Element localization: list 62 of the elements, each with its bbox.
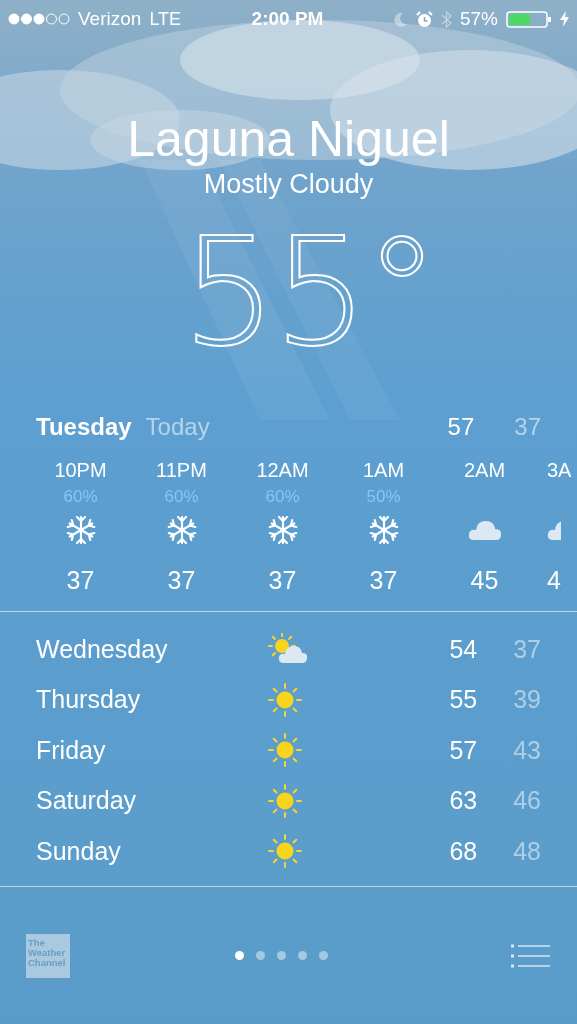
low-temperature: 46 <box>513 786 541 816</box>
low-temperature: 37 <box>514 413 541 441</box>
sun-icon <box>268 682 302 717</box>
snowflake-icon <box>65 514 96 546</box>
city-name: Laguna Niguel <box>127 110 450 168</box>
forecast-day: Saturday <box>36 786 268 816</box>
hour-temperature: 37 <box>369 565 398 595</box>
hour-temperature: 37 <box>268 565 297 595</box>
page-indicator-dot[interactable] <box>298 951 307 960</box>
snowflake-icon <box>166 514 197 546</box>
low-temperature: 43 <box>513 735 541 765</box>
battery-percentage: 57% <box>459 8 498 30</box>
high-temperature: 54 <box>449 634 478 664</box>
alarm-clock-icon <box>415 10 433 28</box>
bluetooth-icon <box>440 9 452 29</box>
hour-temperature: 37 <box>167 565 196 595</box>
charging-bolt-icon <box>560 11 569 27</box>
hour-label: 11PM <box>156 458 207 482</box>
network-type: LTE <box>149 8 182 30</box>
weather-condition: Mostly Cloudy <box>203 168 374 200</box>
page-indicator-dot[interactable] <box>256 951 265 960</box>
forecast-day: Wednesday <box>36 634 268 664</box>
forecast-day: Friday <box>36 735 268 765</box>
battery-icon <box>506 10 552 28</box>
carrier-name: Verizon <box>78 8 142 30</box>
hour-label: 3A <box>547 458 572 482</box>
sun-and-cloud-icon <box>268 633 308 666</box>
sun-icon <box>268 733 302 768</box>
sun-icon <box>268 783 302 818</box>
low-temperature: 48 <box>513 836 541 866</box>
cloud-icon <box>467 519 502 541</box>
high-temperature: 63 <box>449 786 478 816</box>
hour-temperature: 4 <box>547 565 561 595</box>
snowflake-icon <box>267 514 298 546</box>
today-label: Today <box>145 413 210 441</box>
high-temperature: 68 <box>449 836 478 866</box>
page-indicator-dot[interactable] <box>319 951 328 960</box>
weather-channel-logo[interactable]: The Weather Channel <box>26 933 70 978</box>
hour-label: 1AM <box>362 458 405 482</box>
list-icon[interactable] <box>511 943 551 968</box>
hour-temperature: 45 <box>470 565 499 595</box>
high-temperature: 57 <box>449 735 478 765</box>
forecast-day: Sunday <box>36 836 268 866</box>
low-temperature: 37 <box>513 634 541 664</box>
high-temperature: 57 <box>447 413 475 441</box>
hour-label: 2AM <box>463 458 506 482</box>
low-temperature: 39 <box>513 685 541 715</box>
hour-label: 12AM <box>256 458 309 482</box>
signal-strength-icon <box>8 13 70 25</box>
status-time: 2:00 PM <box>251 8 324 30</box>
sun-icon <box>268 834 302 869</box>
forecast-day: Thursday <box>36 685 268 715</box>
hour-temperature: 37 <box>66 565 95 595</box>
cloud-icon <box>547 519 561 541</box>
snowflake-icon <box>368 514 399 546</box>
day-name: Tuesday <box>36 413 132 441</box>
moon-icon <box>393 11 408 27</box>
high-temperature: 55 <box>449 685 478 715</box>
page-indicator-dot[interactable] <box>277 951 286 960</box>
current-temperature: 55° <box>180 212 436 372</box>
page-indicator-dot[interactable] <box>235 951 244 960</box>
hour-label: 10PM <box>54 458 107 482</box>
